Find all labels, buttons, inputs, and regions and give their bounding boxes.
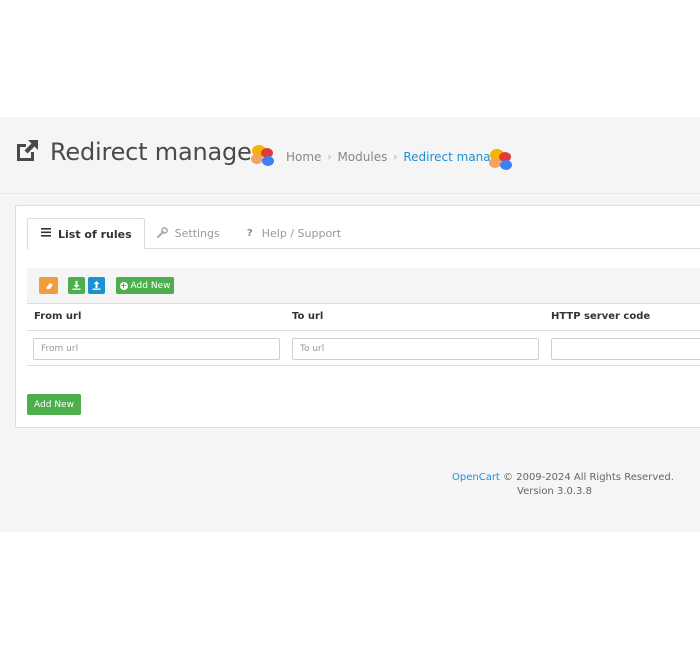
footer-copyright: OpenCart © 2009-2024 All Rights Reserved… (452, 471, 674, 485)
tab-help-support[interactable]: ? Help / Support (232, 218, 353, 249)
breadcrumb: Home › Modules › Redirect manager (286, 150, 511, 164)
tab-settings[interactable]: Settings (145, 218, 232, 249)
main-panel: List of rules Settings ? Help / Support (15, 205, 700, 428)
tab-label: List of rules (58, 227, 132, 241)
tab-label: Settings (174, 227, 220, 240)
download-button[interactable] (68, 277, 85, 294)
footer-version: Version 3.0.3.8 (517, 486, 592, 497)
upload-button[interactable] (88, 277, 105, 294)
page-header: Redirect manager Home › Modules › Redire… (0, 117, 700, 194)
toolbar: + Add New (27, 268, 700, 303)
download-icon (72, 281, 81, 290)
wrench-icon (157, 226, 169, 241)
breadcrumb-separator: › (327, 151, 332, 163)
add-new-label: Add New (130, 280, 171, 291)
tab-list-of-rules[interactable]: List of rules (27, 218, 145, 250)
to-url-input[interactable] (292, 338, 539, 360)
opencart-link[interactable]: OpenCart (452, 472, 500, 483)
breadcrumb-modules[interactable]: Modules (337, 150, 387, 164)
add-new-toolbar-button[interactable]: + Add New (116, 277, 174, 294)
table-header: From url To url HTTP server code (27, 303, 700, 331)
clear-button[interactable] (39, 277, 58, 294)
list-icon (40, 228, 52, 240)
tab-bar: List of rules Settings ? Help / Support (27, 218, 700, 250)
column-header-http-code: HTTP server code (551, 311, 651, 322)
breadcrumb-home[interactable]: Home (286, 150, 321, 164)
colored-dots-logo-icon (251, 145, 274, 166)
add-new-button[interactable]: Add New (27, 394, 81, 415)
question-icon: ? (246, 228, 253, 239)
from-url-input[interactable] (33, 338, 280, 360)
breadcrumb-separator: › (393, 151, 398, 163)
copyright-text: © 2009-2024 All Rights Reserved. (499, 472, 674, 483)
eraser-icon (45, 282, 53, 289)
screen: Redirect manager Home › Modules › Redire… (0, 0, 700, 650)
external-link-icon (17, 140, 38, 161)
tab-label: Help / Support (261, 227, 342, 240)
page-title: Redirect manager (50, 138, 262, 166)
http-code-input[interactable] (551, 338, 700, 360)
table-row (27, 331, 700, 366)
colored-dots-logo-icon (489, 149, 512, 170)
upload-icon (92, 281, 101, 290)
column-header-from-url: From url (34, 311, 82, 322)
column-header-to-url: To url (292, 311, 324, 322)
plus-circle-icon: + (119, 280, 128, 290)
app-container: Redirect manager Home › Modules › Redire… (0, 117, 700, 532)
